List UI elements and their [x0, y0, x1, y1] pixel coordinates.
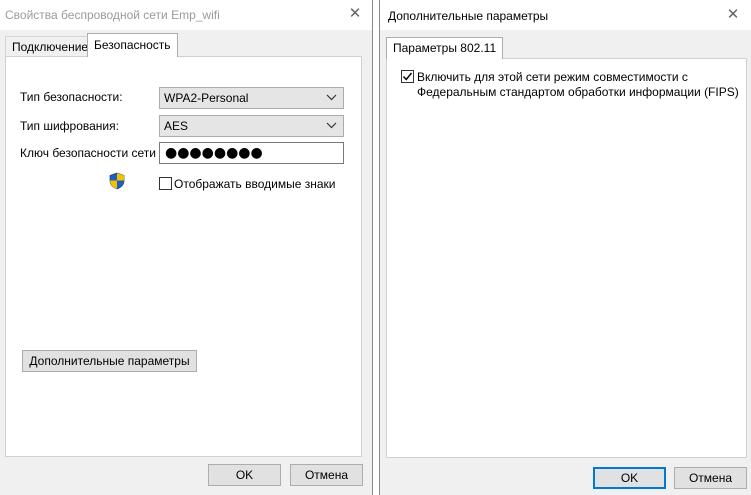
cancel-button[interactable]: Отмена [674, 467, 747, 489]
title-bar: Дополнительные параметры ✕ [380, 0, 751, 30]
fips-label-line2: Федеральным стандартом обработки информа… [417, 85, 739, 99]
tab-80211-settings[interactable]: Параметры 802.11 [386, 37, 504, 59]
encryption-type-select[interactable]: AES [159, 115, 344, 137]
checkmark-icon [402, 72, 413, 81]
network-key-value: ●●●●●●●● [165, 145, 263, 161]
encryption-type-label: Тип шифрования: [20, 119, 119, 133]
show-characters-checkbox[interactable] [159, 177, 172, 190]
title-bar: Свойства беспроводной сети Emp_wifi ✕ [0, 0, 372, 30]
fips-checkbox[interactable] [401, 70, 414, 83]
network-key-input[interactable]: ●●●●●●●● [159, 142, 344, 164]
encryption-type-value: AES [164, 119, 189, 133]
dialog-title: Дополнительные параметры [388, 9, 549, 23]
fips-label-line1: Включить для этой сети режим совместимос… [417, 70, 688, 84]
network-key-label: Ключ безопасности сети [20, 146, 156, 160]
close-icon[interactable]: ✕ [345, 3, 365, 23]
close-icon[interactable]: ✕ [723, 4, 743, 24]
advanced-settings-dialog: Дополнительные параметры ✕ Параметры 802… [379, 0, 751, 495]
security-type-select[interactable]: WPA2-Personal [159, 87, 344, 109]
shield-icon [109, 172, 125, 190]
security-type-value: WPA2-Personal [164, 91, 249, 105]
80211-tab-panel [386, 58, 747, 458]
advanced-settings-button[interactable]: Дополнительные параметры [22, 350, 197, 372]
show-characters-label: Отображать вводимые знаки [174, 177, 336, 191]
tab-security[interactable]: Безопасность [87, 33, 178, 57]
security-type-label: Тип безопасности: [20, 90, 123, 104]
wireless-properties-dialog: Свойства беспроводной сети Emp_wifi ✕ По… [0, 0, 373, 495]
chevron-down-icon [326, 122, 337, 129]
chevron-down-icon [326, 94, 337, 101]
dialog-title: Свойства беспроводной сети Emp_wifi [5, 8, 220, 22]
tab-connection[interactable]: Подключение [5, 36, 96, 56]
ok-button[interactable]: OK [208, 464, 281, 486]
cancel-button[interactable]: Отмена [290, 464, 363, 486]
ok-button[interactable]: OK [593, 467, 666, 489]
